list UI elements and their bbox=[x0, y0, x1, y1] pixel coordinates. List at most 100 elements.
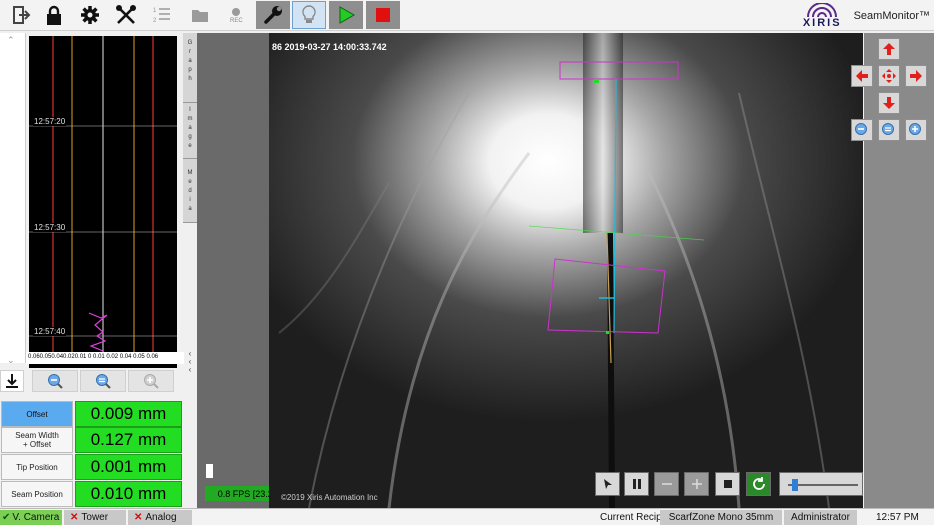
minus-icon bbox=[661, 483, 672, 485]
zoom-reset-icon bbox=[96, 374, 111, 389]
tools-icon bbox=[116, 5, 136, 24]
measure-row-offset: Offset 0.009 mm bbox=[0, 401, 183, 427]
measure-label-tip-position[interactable]: Tip Position bbox=[1, 454, 73, 480]
main-toolbar: 1 2 REC XIRIS SeamMonitor™ bbox=[0, 0, 934, 31]
record-button[interactable]: REC bbox=[219, 1, 253, 29]
status-tower-label: Tower bbox=[81, 512, 109, 523]
playback-slider[interactable] bbox=[779, 472, 863, 496]
pointer-button[interactable] bbox=[595, 472, 620, 496]
collapse-panel-button[interactable]: ‹ ‹ ‹ bbox=[184, 350, 196, 374]
pause-button[interactable] bbox=[624, 472, 649, 496]
play-button[interactable] bbox=[329, 1, 363, 29]
settings-button[interactable] bbox=[73, 1, 107, 29]
zoom-in-button[interactable] bbox=[128, 370, 174, 392]
download-arrow-icon bbox=[6, 374, 18, 388]
zoom-fit-icon bbox=[882, 123, 894, 135]
wrench-button[interactable] bbox=[256, 1, 290, 29]
measure-label-seam-position[interactable]: Seam Position bbox=[1, 481, 73, 507]
status-tower[interactable]: ✕ Tower bbox=[64, 510, 126, 525]
measure-label-seam-width[interactable]: Seam Width + Offset bbox=[1, 427, 73, 453]
exit-button[interactable] bbox=[3, 1, 37, 29]
status-v-camera[interactable]: ✔ V. Camera bbox=[0, 510, 62, 525]
recipe-value[interactable]: ScarfZone Mono 35mm bbox=[660, 510, 782, 525]
plus-icon bbox=[691, 479, 702, 489]
time-label: 12:57:20 bbox=[33, 117, 67, 126]
light-button[interactable] bbox=[292, 1, 326, 29]
graph-x-axis: 0.060.050.040.020.01 0 0.01 0.02 0.04 0.… bbox=[26, 352, 184, 364]
pan-zoom-panel bbox=[851, 33, 934, 508]
xiris-logo: XIRIS bbox=[802, 2, 842, 29]
logo-text: XIRIS bbox=[802, 16, 842, 29]
refresh-icon bbox=[752, 477, 765, 490]
pan-down-button[interactable] bbox=[878, 92, 900, 114]
step-back-button[interactable] bbox=[654, 472, 679, 496]
folder-button[interactable] bbox=[183, 1, 217, 29]
image-zoom-fit-button[interactable] bbox=[878, 119, 900, 141]
measure-value-tip-position: 0.001 mm bbox=[75, 454, 182, 480]
measure-label-offset[interactable]: Offset bbox=[1, 401, 73, 427]
tab-media[interactable]: Media bbox=[183, 159, 197, 223]
arrow-down-icon bbox=[883, 97, 895, 109]
tab-image[interactable]: Image bbox=[183, 103, 197, 159]
tab-graph[interactable]: Graph bbox=[183, 33, 197, 103]
scroll-to-bottom-button[interactable] bbox=[0, 370, 24, 392]
zoom-out-button[interactable] bbox=[32, 370, 78, 392]
exit-icon bbox=[13, 6, 31, 24]
app-name: SeamMonitor™ bbox=[853, 9, 930, 22]
arrow-left-icon bbox=[856, 70, 868, 82]
check-icon: ✔ bbox=[2, 512, 11, 523]
slider-track bbox=[788, 484, 858, 486]
wrench-icon bbox=[264, 6, 282, 24]
clock: 12:57 PM bbox=[876, 512, 919, 523]
user-name[interactable]: Administrator bbox=[784, 510, 857, 525]
measure-value-seam-position: 0.010 mm bbox=[75, 481, 182, 507]
pan-left-button[interactable] bbox=[851, 65, 873, 87]
frame-timestamp: 86 2019-03-27 14:00:33.742 bbox=[272, 42, 387, 52]
brand: XIRIS SeamMonitor™ bbox=[803, 0, 934, 31]
measure-value-seam-width: 0.127 mm bbox=[75, 427, 182, 453]
svg-text:1: 1 bbox=[153, 8, 157, 14]
pan-up-button[interactable] bbox=[878, 38, 900, 60]
image-zoom-out-button[interactable] bbox=[851, 119, 873, 141]
pan-center-button[interactable] bbox=[878, 65, 900, 87]
measure-value-offset: 0.009 mm bbox=[75, 401, 182, 427]
stop-square-icon bbox=[723, 480, 732, 488]
video-margin bbox=[197, 33, 269, 508]
offset-graph: 12:57:20 12:57:30 12:57:40 bbox=[29, 36, 177, 368]
loop-button[interactable] bbox=[746, 472, 771, 496]
cursor-icon bbox=[603, 479, 612, 489]
step-forward-button[interactable] bbox=[684, 472, 709, 496]
zoom-reset-button[interactable] bbox=[80, 370, 126, 392]
stop-playback-button[interactable] bbox=[715, 472, 740, 496]
image-zoom-in-button[interactable] bbox=[905, 119, 927, 141]
lightbulb-icon bbox=[302, 5, 316, 23]
status-analog[interactable]: ✕ Analog bbox=[128, 510, 192, 525]
recipe-list-button[interactable]: 1 2 bbox=[145, 1, 179, 29]
time-label: 12:57:30 bbox=[33, 223, 67, 232]
arrow-up-icon bbox=[883, 43, 895, 55]
lock-icon bbox=[47, 5, 61, 25]
lock-button[interactable] bbox=[37, 1, 71, 29]
zoom-in-icon bbox=[909, 123, 921, 135]
status-v-camera-label: V. Camera bbox=[12, 512, 60, 523]
measure-row-seam-width: Seam Width + Offset 0.127 mm bbox=[0, 427, 183, 453]
play-icon bbox=[339, 6, 356, 24]
weld-camera-image bbox=[269, 33, 863, 508]
slider-handle[interactable] bbox=[792, 479, 798, 491]
time-label: 12:57:40 bbox=[33, 327, 67, 336]
measure-row-tip-position: Tip Position 0.001 mm bbox=[0, 454, 183, 480]
small-indicator bbox=[206, 464, 213, 478]
graph-scroll-strip[interactable]: ⌃ ⌄ bbox=[0, 33, 26, 365]
svg-text:2: 2 bbox=[153, 18, 157, 24]
move-center-icon bbox=[882, 69, 896, 83]
stop-button[interactable] bbox=[366, 1, 400, 29]
tools-button[interactable] bbox=[109, 1, 143, 29]
panel-tabs: Graph Image Media bbox=[183, 33, 197, 223]
measure-row-seam-position: Seam Position 0.010 mm bbox=[0, 481, 183, 507]
zoom-out-icon bbox=[48, 374, 63, 389]
scroll-down-icon: ⌄ bbox=[7, 355, 15, 365]
pan-right-button[interactable] bbox=[905, 65, 927, 87]
logo-arc-icon bbox=[807, 2, 838, 17]
camera-view[interactable]: 86 2019-03-27 14:00:33.742 ©2019 Xiris A… bbox=[269, 33, 863, 508]
error-x-icon: ✕ bbox=[70, 512, 79, 523]
